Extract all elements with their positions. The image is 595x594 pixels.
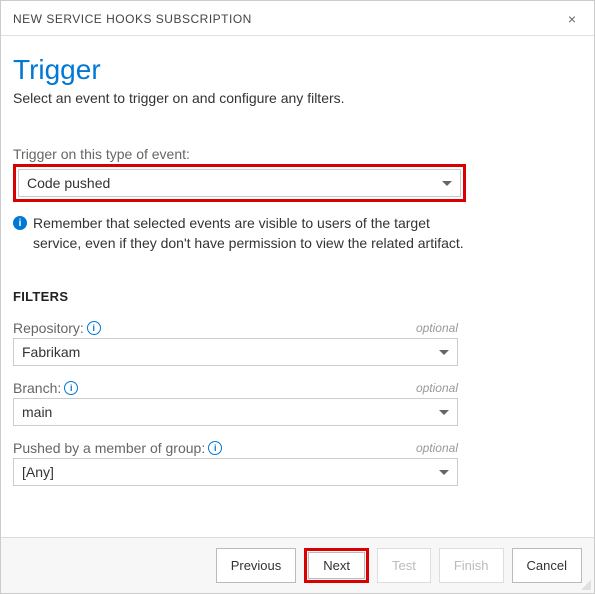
event-type-label: Trigger on this type of event: — [13, 146, 582, 162]
chevron-down-icon — [439, 470, 449, 475]
group-field: Pushed by a member of group: i optional … — [13, 440, 582, 486]
chevron-down-icon — [439, 410, 449, 415]
info-icon[interactable]: i — [64, 381, 78, 395]
info-text: Remember that selected events are visibl… — [33, 214, 466, 253]
group-select[interactable]: [Any] — [13, 458, 458, 486]
optional-tag: optional — [416, 321, 458, 335]
next-button[interactable]: Next — [308, 552, 365, 579]
branch-field: Branch: i optional main — [13, 380, 582, 426]
event-type-highlight: Code pushed — [13, 164, 466, 202]
close-icon[interactable]: × — [562, 9, 582, 29]
repository-field: Repository: i optional Fabrikam — [13, 320, 582, 366]
branch-label: Branch: — [13, 380, 61, 396]
event-type-value: Code pushed — [27, 175, 110, 191]
repository-select[interactable]: Fabrikam — [13, 338, 458, 366]
test-button: Test — [377, 548, 431, 583]
info-icon[interactable]: i — [208, 441, 222, 455]
resize-grip-icon[interactable] — [579, 578, 591, 590]
finish-button: Finish — [439, 548, 504, 583]
group-value: [Any] — [22, 464, 54, 480]
group-label: Pushed by a member of group: — [13, 440, 205, 456]
info-callout: i Remember that selected events are visi… — [13, 214, 466, 253]
info-icon[interactable]: i — [87, 321, 101, 335]
optional-tag: optional — [416, 381, 458, 395]
info-icon: i — [13, 216, 27, 230]
page-title: Trigger — [13, 54, 582, 86]
repository-label: Repository: — [13, 320, 84, 336]
dialog-footer: Previous Next Test Finish Cancel — [1, 537, 594, 593]
dialog-content: Trigger Select an event to trigger on an… — [1, 36, 594, 486]
next-button-highlight: Next — [304, 548, 369, 583]
branch-select[interactable]: main — [13, 398, 458, 426]
dialog-title: NEW SERVICE HOOKS SUBSCRIPTION — [13, 12, 252, 26]
chevron-down-icon — [442, 181, 452, 186]
page-subtitle: Select an event to trigger on and config… — [13, 90, 582, 106]
dialog-header: NEW SERVICE HOOKS SUBSCRIPTION × — [1, 1, 594, 36]
repository-value: Fabrikam — [22, 344, 80, 360]
branch-value: main — [22, 404, 52, 420]
previous-button[interactable]: Previous — [216, 548, 297, 583]
cancel-button[interactable]: Cancel — [512, 548, 582, 583]
chevron-down-icon — [439, 350, 449, 355]
event-type-select[interactable]: Code pushed — [18, 169, 461, 197]
filters-heading: FILTERS — [13, 289, 582, 304]
optional-tag: optional — [416, 441, 458, 455]
